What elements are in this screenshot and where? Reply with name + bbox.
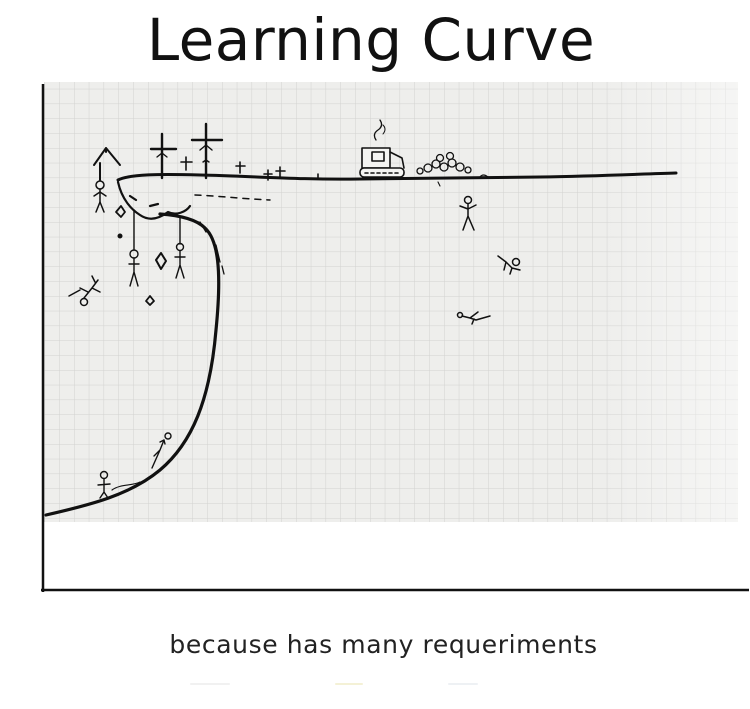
smudge-marks [190,680,490,688]
learning-curve-sketch [41,82,749,592]
blank-area [45,524,748,588]
caption: because has many requeriments [169,630,598,659]
